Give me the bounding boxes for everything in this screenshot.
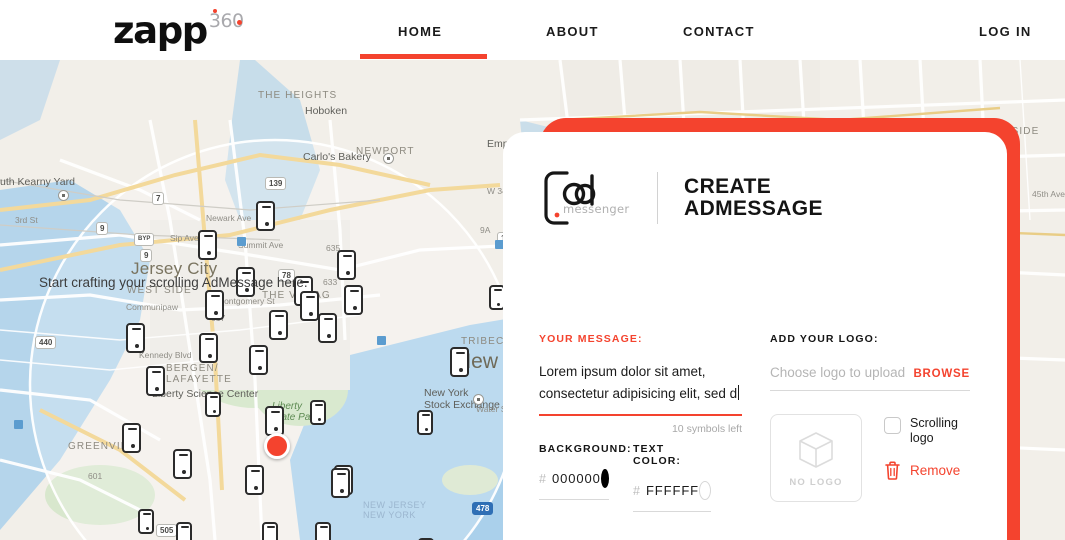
map-device-marker[interactable] [417, 410, 433, 435]
map-device-marker[interactable] [331, 468, 350, 498]
map-transit-icon-2 [377, 336, 386, 345]
text-hex-value[interactable]: FFFFFF [646, 483, 699, 498]
message-counter: 10 symbols left [671, 422, 742, 435]
text-color-swatch[interactable] [699, 481, 711, 500]
map-device-marker[interactable] [138, 509, 154, 534]
browse-button[interactable]: BROWSE [913, 368, 970, 380]
admessenger-logo-svg: messenger [544, 171, 629, 225]
map-device-marker[interactable] [256, 201, 275, 231]
panel-title-line2: ADMESSAGE [684, 197, 823, 220]
message-field-group: YOUR MESSAGE: Lorem ipsum dolor sit amet… [539, 333, 742, 435]
map-device-marker[interactable] [146, 366, 165, 396]
route-shield-505: 505 [156, 524, 178, 537]
no-logo-preview[interactable]: NO LOGO [770, 414, 862, 502]
admessenger-logo: messenger [541, 168, 641, 228]
scrolling-logo-row[interactable]: Scrolling logo [884, 416, 974, 446]
text-color-input-row[interactable]: # FFFFFF [633, 481, 711, 500]
logo-upload-underline [770, 390, 970, 391]
nav-active-indicator [360, 54, 487, 59]
message-input[interactable]: Lorem ipsum dolor sit amet, consectetur … [539, 361, 742, 407]
no-logo-text: NO LOGO [789, 477, 843, 488]
message-underline [539, 414, 742, 416]
logo-upload-input[interactable]: Choose logo to upload [770, 365, 905, 380]
logo-upload-label: ADD YOUR LOGO: [770, 333, 879, 345]
message-label: YOUR MESSAGE: [539, 333, 643, 345]
route-shield-9: 9 [96, 222, 109, 235]
map-device-marker[interactable] [450, 347, 469, 377]
map-device-marker[interactable] [265, 406, 284, 436]
svg-text:messenger: messenger [563, 202, 629, 216]
logo-actions: Scrolling logo Remove [884, 414, 974, 502]
map-device-marker[interactable] [122, 423, 141, 453]
map-device-marker[interactable] [198, 230, 217, 260]
nav-item-login[interactable]: LOG IN [979, 24, 1032, 39]
text-color-field: TEXT COLOR: # FFFFFF [633, 443, 711, 512]
panel-title: CREATE ADMESSAGE [684, 176, 823, 220]
text-caret [738, 385, 740, 400]
route-shield-440: 440 [35, 336, 57, 349]
nav-item-about[interactable]: ABOUT [546, 24, 599, 39]
map-device-marker[interactable] [176, 522, 192, 540]
background-hash-symbol: # [539, 471, 546, 486]
map-device-marker[interactable] [344, 285, 363, 315]
map-device-marker[interactable] [318, 313, 337, 343]
route-shield-139: 139 [265, 177, 287, 190]
scrolling-logo-checkbox[interactable] [884, 417, 901, 434]
text-color-label: TEXT COLOR: [633, 443, 682, 467]
scrolling-logo-label: Scrolling logo [910, 416, 958, 445]
map-poi-icon-carlos [383, 153, 394, 164]
remove-logo-label: Remove [910, 463, 961, 478]
map-device-marker[interactable] [262, 522, 278, 540]
map-poi-icon-kearny [58, 190, 69, 201]
background-color-field: BACKGROUND: # 000000 [539, 443, 632, 512]
nav-item-home[interactable]: HOME [398, 24, 442, 39]
map-device-marker[interactable] [199, 333, 218, 363]
logo-upload-row: Choose logo to upload BROWSE [770, 365, 970, 380]
site-header: zapp 360 HOME ABOUT CONTACT LOG IN [0, 0, 1065, 60]
map-device-marker[interactable] [205, 392, 221, 417]
map-selected-location-dot[interactable] [264, 433, 290, 459]
page-root: uth Kearny Yard 3rd St THE HEIGHTS Hobok… [0, 0, 1065, 540]
message-input-value: Lorem ipsum dolor sit amet, consectetur … [539, 364, 738, 401]
logo-preview-group: NO LOGO Scrolling logo Remove [770, 414, 974, 502]
map-device-marker[interactable] [205, 290, 224, 320]
map-transit-icon-1 [237, 237, 246, 246]
map-device-marker[interactable] [310, 400, 326, 425]
remove-logo-button[interactable]: Remove [884, 461, 974, 480]
panel-brand-row: messenger CREATE ADMESSAGE [541, 168, 823, 228]
route-shield-byp: BYP [134, 233, 155, 246]
main-nav: HOME ABOUT CONTACT LOG IN [0, 0, 1065, 60]
map-device-marker[interactable] [126, 323, 145, 353]
background-color-underline [539, 499, 609, 500]
map-device-marker[interactable] [315, 522, 331, 540]
color-fields-group: BACKGROUND: # 000000 TEXT COLOR: # FFFFF… [539, 443, 711, 512]
text-color-underline [633, 511, 711, 512]
map-transit-icon-5 [14, 420, 23, 429]
panel-title-line1: CREATE [684, 175, 772, 198]
background-hex-value[interactable]: 000000 [552, 471, 601, 486]
nav-item-contact[interactable]: CONTACT [683, 24, 755, 39]
map-device-marker[interactable] [269, 310, 288, 340]
trash-icon [885, 461, 900, 480]
route-shield-478: 478 [472, 502, 494, 515]
panel-intro-text: Start crafting your scrolling AdMessage … [39, 275, 308, 290]
map-device-marker[interactable] [300, 291, 319, 321]
map-device-marker[interactable] [249, 345, 268, 375]
map-device-marker[interactable] [173, 449, 192, 479]
route-shield-9b: 9 [140, 249, 153, 262]
route-shield-7: 7 [152, 192, 165, 205]
logo-upload-group: ADD YOUR LOGO: Choose logo to upload BRO… [770, 333, 970, 391]
cube-icon [799, 432, 833, 468]
brand-divider [657, 172, 658, 224]
map-device-marker[interactable] [337, 250, 356, 280]
map-device-marker[interactable] [245, 465, 264, 495]
map-poi-icon-nyse [473, 394, 484, 405]
background-color-swatch[interactable] [600, 469, 609, 488]
background-color-input-row[interactable]: # 000000 [539, 469, 609, 488]
text-hash-symbol: # [633, 483, 640, 498]
background-color-label: BACKGROUND: [539, 443, 632, 455]
